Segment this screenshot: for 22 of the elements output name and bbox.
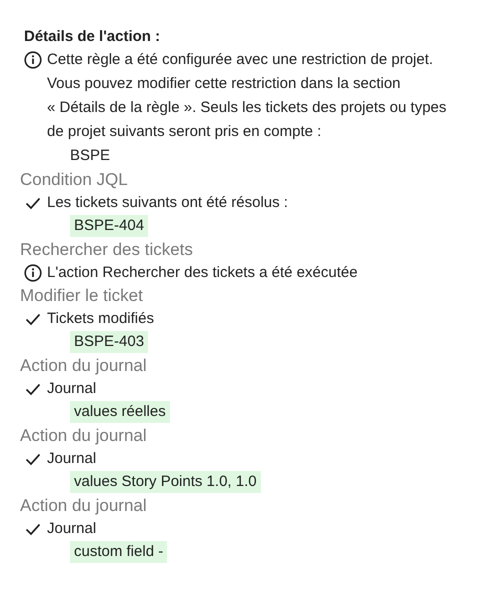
entry-text: Journal xyxy=(47,449,96,469)
ticket-tag: BSPE-404 xyxy=(70,215,148,237)
ticket-tag: values Story Points 1.0, 1.0 xyxy=(70,471,261,493)
entry-text: Tickets modifiés xyxy=(47,309,154,329)
project-key: BSPE xyxy=(70,144,458,168)
info-icon xyxy=(24,51,42,69)
section-title: Modifier le ticket xyxy=(20,285,144,307)
section-title: Action du journal xyxy=(20,425,148,447)
ticket-tag: custom field - xyxy=(70,541,168,563)
section-title: Rechercher des tickets xyxy=(20,239,194,261)
ticket-tag: BSPE-403 xyxy=(70,331,148,353)
info-icon xyxy=(24,264,42,282)
entry-text: Journal xyxy=(47,379,96,399)
section-title: Condition JQL xyxy=(20,169,129,191)
section-title: Action du journal xyxy=(20,355,148,377)
ticket-tag: values réelles xyxy=(70,401,170,423)
section-title: Action du journal xyxy=(20,495,148,517)
restriction-text: Cette règle a été configurée avec une restriction de projet. Vous pouvez modifier cette restriction dans la section « Détails de la règle ». Seuls les tickets des projets ou types de projet suivants seront pris en compte : xyxy=(47,50,448,142)
section-heading: Détails de l'action : xyxy=(24,27,162,47)
entry-text: Les tickets suivants ont été résolus : xyxy=(47,193,288,213)
entry-text: L'action Rechercher des tickets a été exécutée xyxy=(47,263,358,283)
entry-text: Journal xyxy=(47,519,96,539)
